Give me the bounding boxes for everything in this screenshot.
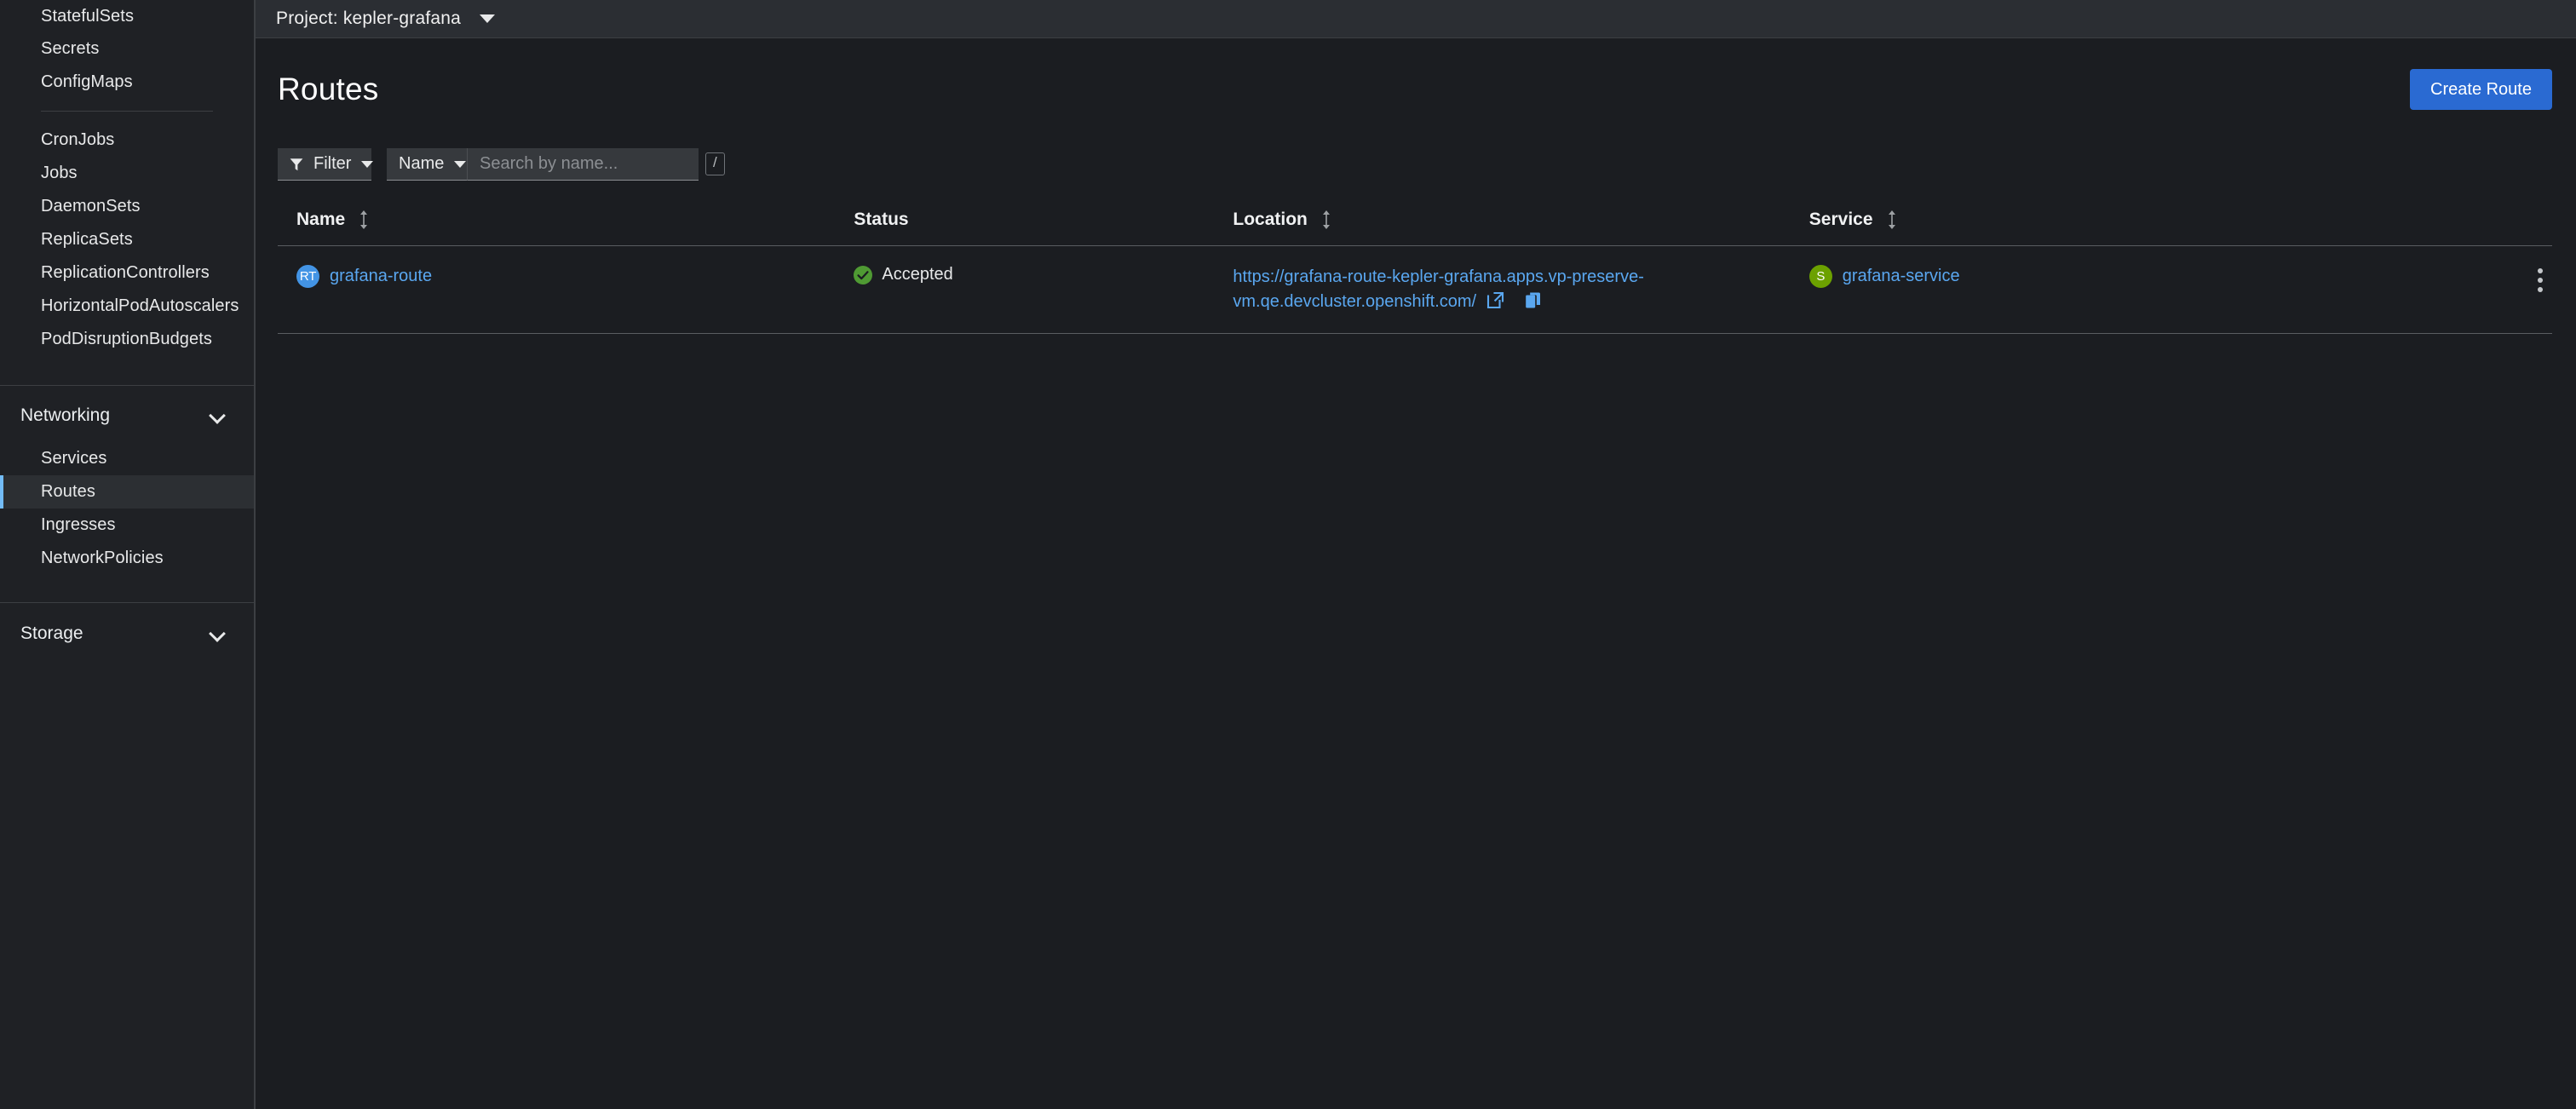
sidebar-item-ingresses[interactable]: Ingresses	[0, 509, 254, 542]
external-link-icon[interactable]	[1486, 291, 1504, 309]
table-body: RT grafana-route Accepted	[278, 246, 2552, 334]
sort-icon[interactable]	[1321, 210, 1331, 229]
column-header-label: Status	[854, 210, 908, 230]
sidebar-group-top: StatefulSets Secrets ConfigMaps	[0, 0, 254, 99]
column-header-actions	[2385, 210, 2552, 246]
sidebar-item-horizontalpodautoscalers[interactable]: HorizontalPodAutoscalers	[0, 290, 254, 323]
sort-icon[interactable]	[1887, 210, 1897, 229]
sidebar-group-networking-title: Networking	[20, 405, 110, 426]
kebab-dot	[2538, 287, 2543, 292]
column-header-label: Name	[296, 210, 345, 230]
sidebar-group-storage-title: Storage	[20, 623, 83, 644]
sidebar-item-replicationcontrollers[interactable]: ReplicationControllers	[0, 256, 254, 290]
caret-down-icon[interactable]	[480, 14, 495, 23]
route-location-link[interactable]: https://grafana-route-kepler-grafana.app…	[1233, 267, 1643, 311]
funnel-icon	[290, 158, 303, 171]
cell-status: Accepted	[854, 246, 1233, 334]
project-selector-bar: Project: kepler-grafana	[256, 0, 2576, 38]
create-route-button[interactable]: Create Route	[2410, 69, 2552, 110]
sidebar-group-storage-header[interactable]: Storage	[0, 615, 254, 652]
kebab-dot	[2538, 268, 2543, 273]
cell-actions	[2385, 246, 2552, 334]
sidebar-item-secrets[interactable]: Secrets	[0, 32, 254, 66]
kebab-menu-icon[interactable]	[2537, 265, 2544, 292]
sidebar-divider	[41, 111, 213, 112]
sidebar-item-label: Jobs	[41, 157, 78, 190]
routes-table: Name Status	[278, 210, 2552, 334]
main-region: Project: kepler-grafana Routes Create Ro…	[256, 0, 2576, 1109]
check-circle-icon	[854, 266, 872, 284]
column-header-label: Location	[1233, 210, 1308, 230]
resource-kind-badge-service: S	[1809, 265, 1832, 288]
sidebar-item-statefulsets[interactable]: StatefulSets	[0, 0, 254, 32]
column-header-name[interactable]: Name	[278, 210, 854, 246]
column-header-location[interactable]: Location	[1233, 210, 1808, 246]
sidebar-item-routes[interactable]: Routes	[0, 475, 254, 509]
sidebar-item-configmaps[interactable]: ConfigMaps	[0, 66, 254, 99]
page-header: Routes Create Route	[278, 38, 2552, 110]
sidebar-item-daemonsets[interactable]: DaemonSets	[0, 190, 254, 223]
sidebar-item-label: ReplicationControllers	[41, 256, 210, 290]
sidebar-item-label: PodDisruptionBudgets	[41, 323, 212, 356]
copy-icon[interactable]	[1525, 291, 1543, 309]
sidebar-item-label: Ingresses	[41, 509, 116, 542]
search-input[interactable]	[480, 154, 705, 174]
list-toolbar: Filter Name /	[278, 148, 2552, 181]
search-attribute-dropdown[interactable]: Name	[387, 148, 467, 181]
sidebar-group-storage: Storage	[0, 603, 254, 652]
sidebar-item-label: CronJobs	[41, 124, 114, 157]
sidebar-item-poddisruptionbudgets[interactable]: PodDisruptionBudgets	[0, 323, 254, 356]
sidebar-group-networking: Networking Services Routes Ingresses Net…	[0, 386, 254, 575]
table-row: RT grafana-route Accepted	[278, 246, 2552, 334]
primary-sidebar: StatefulSets Secrets ConfigMaps CronJobs…	[0, 0, 256, 1109]
search-attribute-label: Name	[399, 154, 444, 174]
filter-dropdown[interactable]: Filter	[278, 148, 371, 181]
search-field: /	[467, 148, 699, 181]
column-header-label: Service	[1809, 210, 1873, 230]
page-content: Routes Create Route Filter Name	[256, 38, 2576, 1109]
chevron-down-icon[interactable]	[210, 625, 227, 642]
service-name-link[interactable]: grafana-service	[1843, 265, 1960, 288]
page-title: Routes	[278, 72, 378, 107]
resource-kind-badge-route: RT	[296, 265, 319, 288]
sidebar-group-workloads: CronJobs Jobs DaemonSets ReplicaSets Rep…	[0, 124, 254, 356]
cell-location: https://grafana-route-kepler-grafana.app…	[1233, 246, 1808, 334]
sidebar-item-label: Secrets	[41, 32, 100, 66]
cell-service: S grafana-service	[1809, 246, 2385, 334]
search-shortcut-badge: /	[705, 152, 725, 175]
filter-dropdown-label: Filter	[313, 154, 351, 174]
caret-down-icon	[361, 161, 373, 168]
sidebar-group-networking-header[interactable]: Networking	[0, 397, 254, 434]
sidebar-item-jobs[interactable]: Jobs	[0, 157, 254, 190]
kebab-dot	[2538, 278, 2543, 283]
cell-name: RT grafana-route	[278, 246, 854, 334]
column-header-service[interactable]: Service	[1809, 210, 2385, 246]
console-app: StatefulSets Secrets ConfigMaps CronJobs…	[0, 0, 2576, 1109]
sidebar-item-label: Routes	[41, 475, 95, 509]
table-header-row: Name Status	[278, 210, 2552, 246]
sidebar-item-label: ConfigMaps	[41, 66, 133, 99]
sidebar-item-replicasets[interactable]: ReplicaSets	[0, 223, 254, 256]
status-label: Accepted	[882, 265, 952, 284]
caret-down-icon	[454, 161, 466, 168]
project-selector-label[interactable]: Project: kepler-grafana	[276, 9, 461, 29]
sidebar-item-cronjobs[interactable]: CronJobs	[0, 124, 254, 157]
column-header-status: Status	[854, 210, 1233, 246]
table-head: Name Status	[278, 210, 2552, 246]
sidebar-item-label: StatefulSets	[41, 0, 134, 33]
sidebar-item-services[interactable]: Services	[0, 442, 254, 475]
sidebar-item-label: NetworkPolicies	[41, 542, 164, 575]
location-icon-group	[1486, 291, 1543, 309]
route-name-link[interactable]: grafana-route	[330, 265, 432, 288]
sidebar-item-label: ReplicaSets	[41, 223, 133, 256]
sidebar-item-label: HorizontalPodAutoscalers	[41, 290, 239, 323]
sidebar-item-label: DaemonSets	[41, 190, 141, 223]
sidebar-item-networkpolicies[interactable]: NetworkPolicies	[0, 542, 254, 575]
chevron-down-icon[interactable]	[210, 407, 227, 424]
sort-icon[interactable]	[359, 210, 369, 229]
sidebar-item-label: Services	[41, 442, 107, 475]
